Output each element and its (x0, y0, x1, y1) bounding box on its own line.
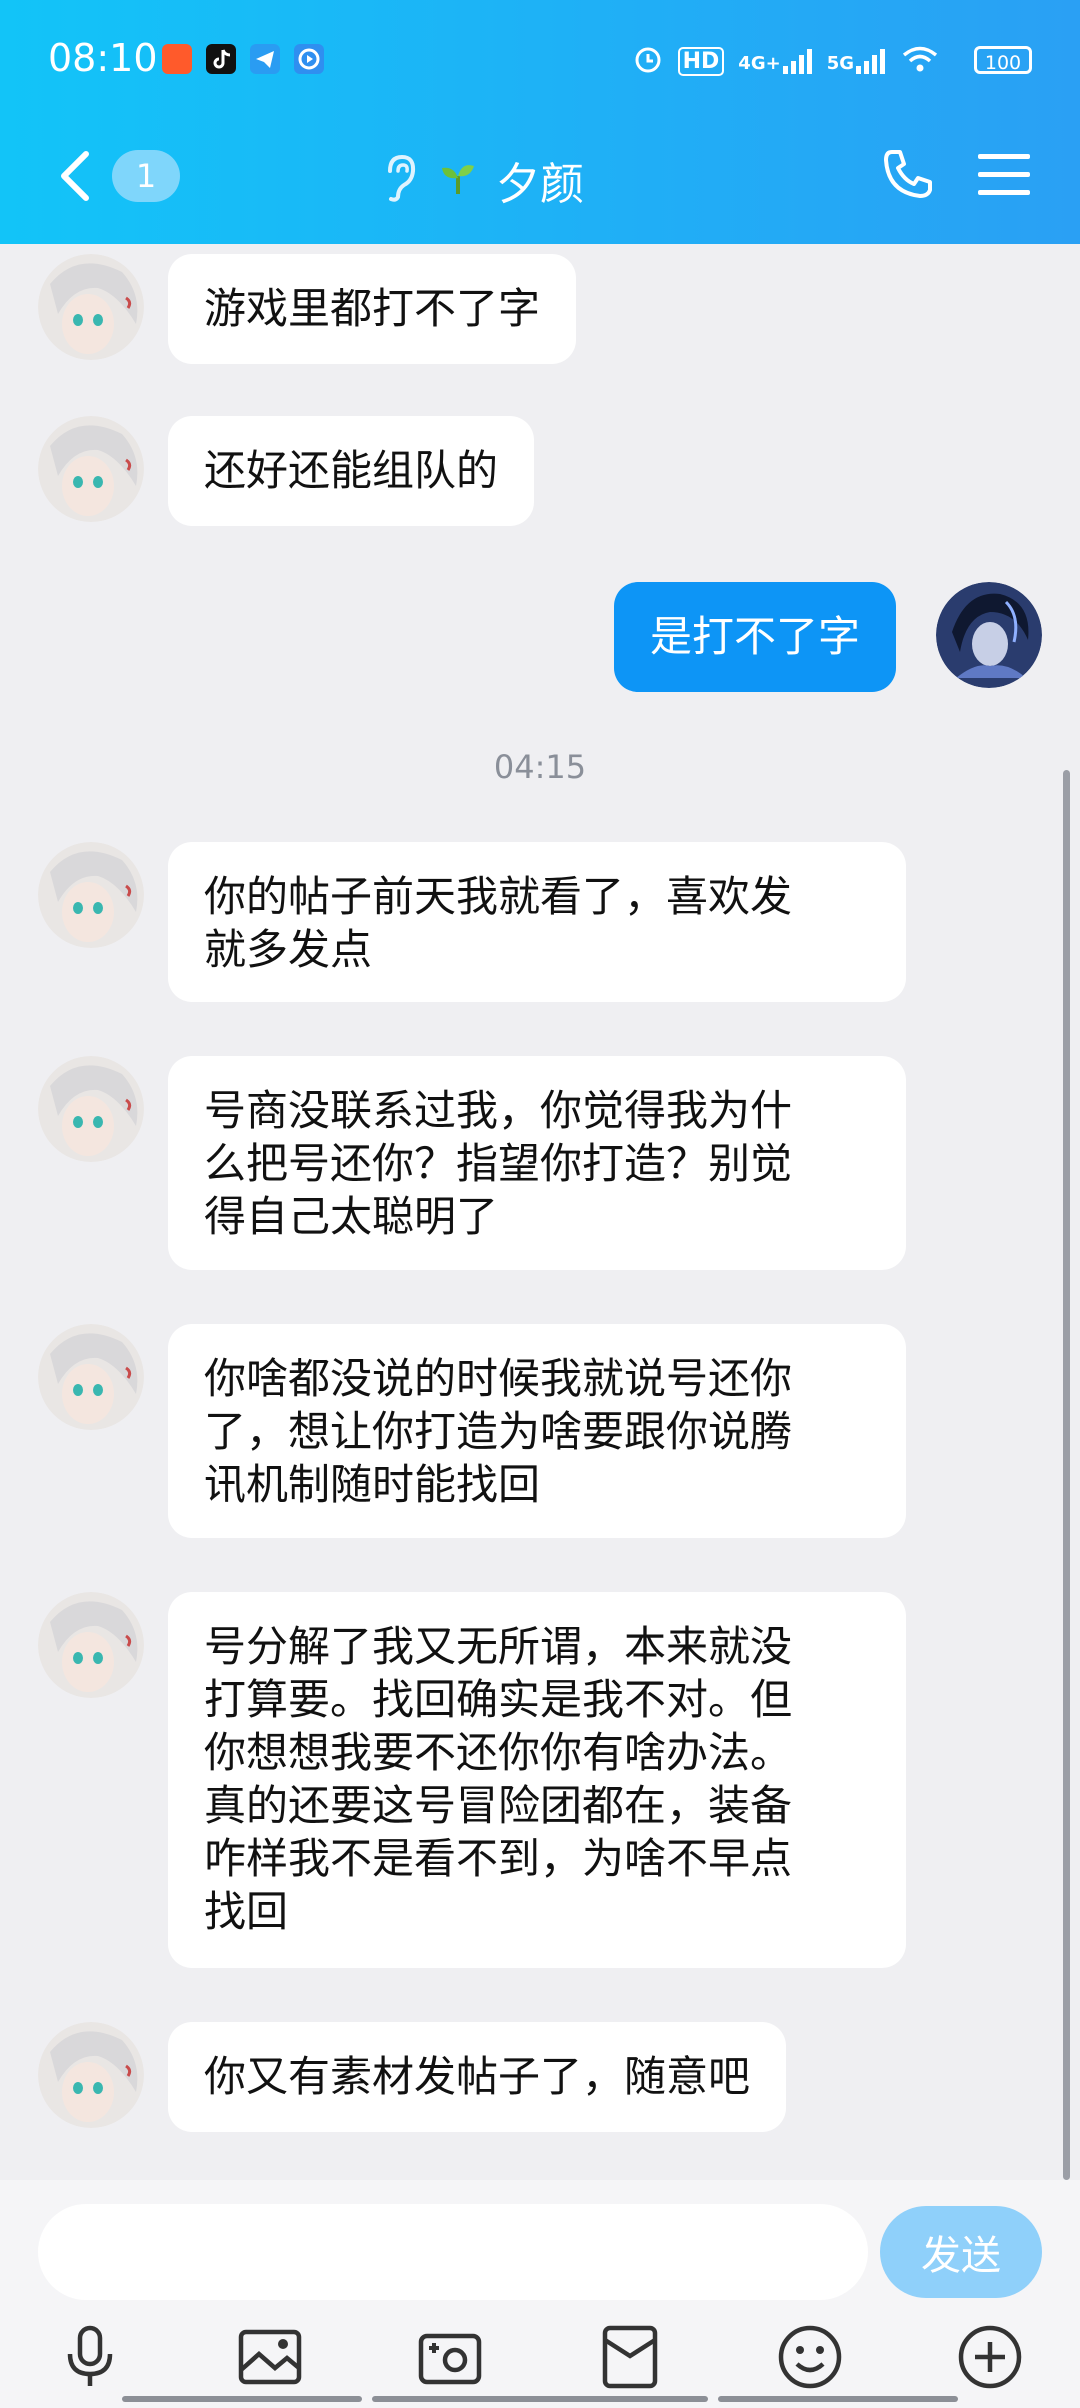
message-scrollbar[interactable] (1063, 770, 1070, 2180)
alarm-icon (632, 43, 664, 79)
emoji-icon[interactable] (775, 2322, 845, 2392)
chat-header: 08:10 HD 4G+ 5G 100 1 夕颜 (0, 0, 1080, 244)
unread-count-badge[interactable]: 1 (112, 150, 180, 202)
message-bubble[interactable]: 你又有素材发帖子了，随意吧 (168, 2022, 787, 2132)
contact-avatar[interactable] (38, 1324, 144, 1430)
app-notification-icon (162, 44, 192, 74)
my-avatar[interactable] (936, 582, 1042, 688)
microphone-icon[interactable] (55, 2322, 125, 2392)
hd-label: HD (677, 46, 725, 76)
signal-5g: 5G (827, 48, 886, 74)
contact-avatar[interactable] (38, 842, 144, 948)
red-packet-icon[interactable] (595, 2322, 665, 2392)
wifi-icon (900, 44, 940, 78)
home-indicator (372, 2396, 708, 2402)
plus-icon[interactable] (955, 2322, 1025, 2392)
contact-avatar[interactable] (38, 254, 144, 360)
sprout-icon (438, 158, 478, 202)
menu-icon[interactable] (978, 152, 1030, 202)
message-bubble[interactable]: 你啥都没说的时候我就说号还你 了，想让你打造为啥要跟你说腾 讯机制随时能找回 (168, 1324, 906, 1538)
message-bubble[interactable]: 还好还能组队的 (168, 416, 535, 526)
message-bubble[interactable]: 号商没联系过我，你觉得我为什 么把号还你？指望你打造？别觉 得自己太聪明了 (168, 1056, 906, 1270)
status-time: 08:10 (48, 36, 158, 80)
camera-icon[interactable] (415, 2322, 485, 2392)
player-notification-icon (294, 44, 324, 74)
my-message-bubble[interactable]: 是打不了字 (614, 582, 897, 692)
message-bubble[interactable]: 你的帖子前天我就看了，喜欢发 就多发点 (168, 842, 906, 1002)
contact-avatar[interactable] (38, 1592, 144, 1698)
contact-avatar[interactable] (38, 1056, 144, 1162)
contact-avatar[interactable] (38, 2022, 144, 2128)
signal-4g: 4G+ (738, 48, 812, 74)
phone-icon[interactable] (880, 146, 936, 206)
message-bubble[interactable]: 游戏里都打不了字 (168, 254, 577, 364)
message-bubble[interactable]: 号分解了我又无所谓，本来就没 打算要。找回确实是我不对。但 你想想我要不还你你有… (168, 1592, 906, 1968)
status-indicators: HD 4G+ 5G (632, 44, 940, 78)
home-indicator (122, 2396, 362, 2402)
home-indicator (718, 2396, 958, 2402)
ear-icon (380, 153, 420, 207)
message-timestamp: 04:15 (493, 748, 587, 786)
contact-avatar[interactable] (38, 416, 144, 522)
contact-name: 夕颜 (496, 159, 584, 210)
send-button[interactable]: 发送 (880, 2206, 1042, 2298)
battery-indicator: 100 (974, 46, 1032, 74)
telegram-notification-icon (250, 44, 280, 74)
message-input[interactable] (38, 2204, 868, 2300)
contact-title[interactable]: 夕颜 (380, 148, 584, 212)
back-arrow-icon[interactable] (58, 150, 94, 206)
image-icon[interactable] (235, 2322, 305, 2392)
tiktok-notification-icon (206, 44, 236, 74)
